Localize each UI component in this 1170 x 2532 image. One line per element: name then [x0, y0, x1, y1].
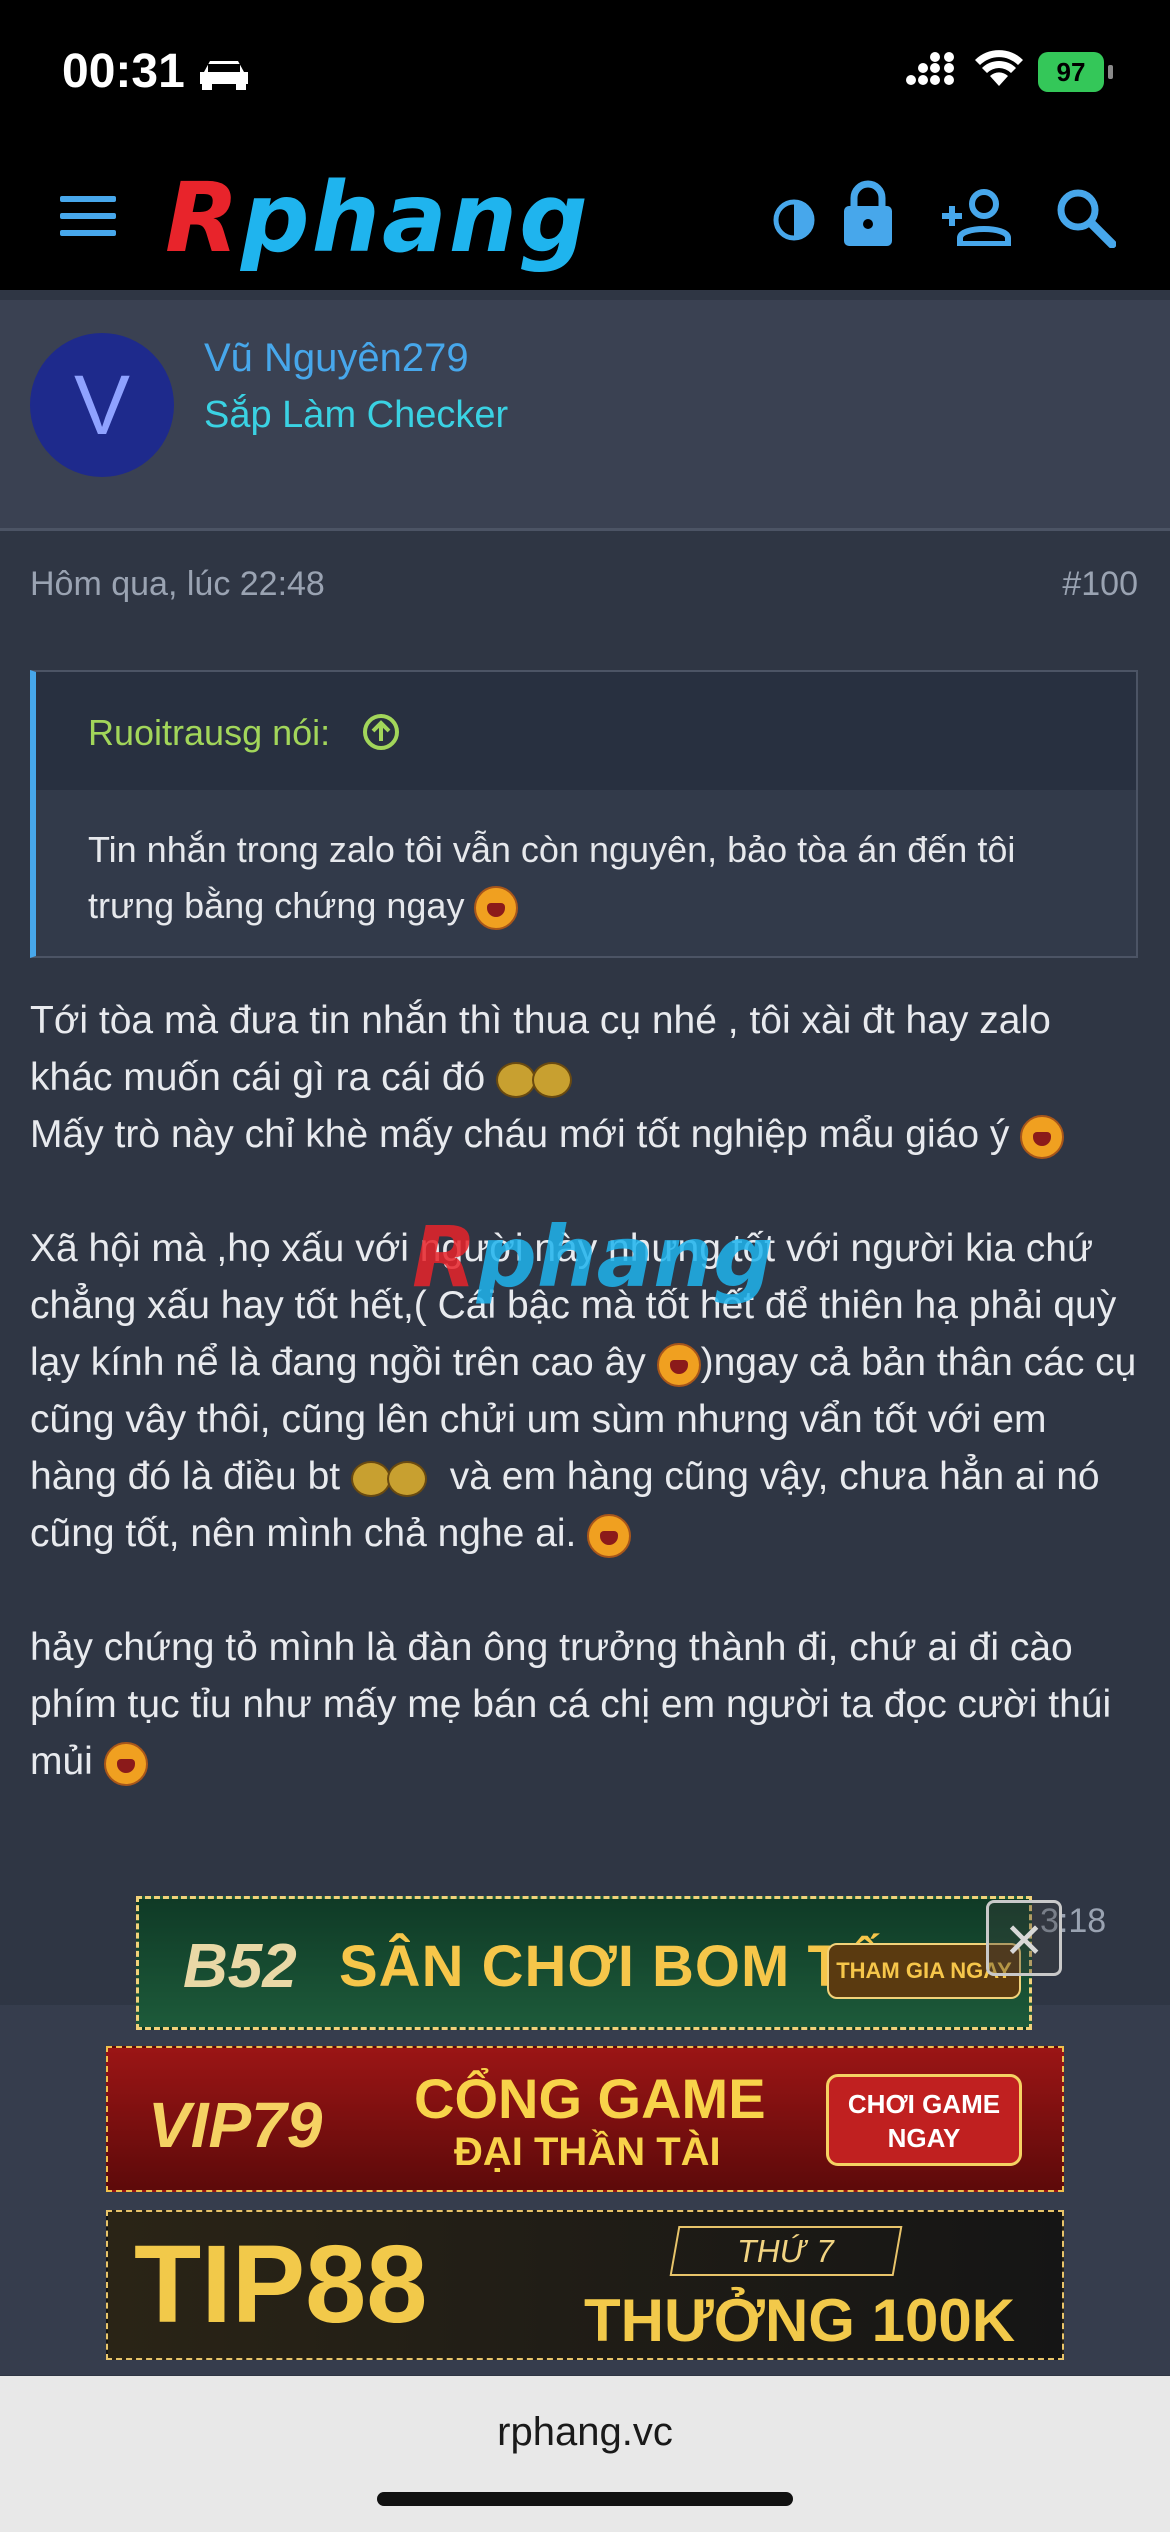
- site-logo[interactable]: Rphang: [165, 170, 590, 266]
- ad-slogan: THƯỞNG 100K: [584, 2287, 1016, 2354]
- signal-icon: [906, 52, 954, 85]
- ad-brand: VIP79: [148, 2089, 323, 2161]
- quote-author[interactable]: Ruoitrausg nói:: [88, 712, 330, 754]
- avatar[interactable]: V: [30, 333, 174, 477]
- car-icon: [200, 61, 248, 90]
- ad-brand: B52: [183, 1932, 297, 2001]
- laugh-emoji-icon: [587, 1513, 632, 1558]
- status-time: 00:31: [62, 45, 185, 98]
- post-body: Tới tòa mà đưa tin nhắn thì thua cụ nhé …: [30, 992, 1140, 1790]
- register-user-icon[interactable]: [940, 188, 1014, 246]
- quote-text: Tin nhắn trong zalo tôi vẫn còn nguyên, …: [88, 822, 1108, 934]
- ad-subslogan: ĐẠI THẦN TÀI: [454, 2130, 721, 2174]
- laugh-emoji-icon: [103, 1741, 148, 1786]
- gun-emoji-icon: [350, 1457, 439, 1501]
- home-indicator[interactable]: [377, 2492, 793, 2506]
- theme-toggle-icon[interactable]: [772, 198, 816, 242]
- post-paragraph: Tới tòa mà đưa tin nhắn thì thua cụ nhé …: [30, 992, 1140, 1106]
- url-text[interactable]: rphang.vc: [0, 2410, 1170, 2455]
- wifi-icon: [975, 50, 1023, 86]
- menu-icon[interactable]: [60, 196, 116, 240]
- post-date[interactable]: Hôm qua, lúc 22:48: [30, 565, 325, 604]
- quote-header: Ruoitrausg nói:: [36, 672, 1136, 790]
- post-number[interactable]: #100: [1062, 565, 1138, 604]
- gun-emoji-icon: [496, 1058, 584, 1102]
- browser-url-bar[interactable]: rphang.vc: [0, 2376, 1170, 2532]
- ad-banner-b52[interactable]: B52 SÂN CHƠI BOM TẤN THAM GIA NGAY: [136, 1896, 1032, 2030]
- laugh-emoji-icon: [474, 886, 519, 931]
- post-paragraph: hảy chứng tỏ mình là đàn ông trưởng thàn…: [30, 1619, 1140, 1790]
- lock-icon[interactable]: [840, 178, 896, 248]
- ad-day-badge: THỨ 7: [669, 2226, 903, 2276]
- ad-cta-button[interactable]: CHƠI GAME NGAY: [826, 2074, 1022, 2166]
- ad-banner-vip79[interactable]: VIP79 CỔNG GAME ĐẠI THẦN TÀI CHƠI GAME N…: [106, 2046, 1064, 2192]
- ad-brand: TIP88: [134, 2223, 428, 2346]
- post-author-block: V Vũ Nguyên279 Sắp Làm Checker: [0, 300, 1170, 531]
- status-bar: 00:31 97: [0, 0, 1170, 150]
- close-ad-button[interactable]: ×: [986, 1900, 1062, 1976]
- author-rank: Sắp Làm Checker: [204, 394, 509, 436]
- ad-banner-tip88[interactable]: TIP88 THỨ 7 THƯỞNG 100K: [106, 2210, 1064, 2360]
- laugh-emoji-icon: [1020, 1114, 1065, 1159]
- quote-block: Ruoitrausg nói: Tin nhắn trong zalo tôi …: [30, 670, 1138, 958]
- watermark-logo: Rphang: [412, 1208, 774, 1306]
- laugh-emoji-icon: [656, 1342, 701, 1387]
- arrow-up-circle-icon[interactable]: [361, 712, 401, 752]
- site-header: Rphang: [0, 150, 1170, 290]
- battery-level: 97: [1038, 52, 1104, 92]
- post-paragraph: Mấy trò này chỉ khè mấy cháu mới tốt ngh…: [30, 1106, 1140, 1163]
- author-name[interactable]: Vũ Nguyên279: [204, 336, 469, 381]
- ad-slogan: CỔNG GAME: [414, 2067, 766, 2130]
- search-icon[interactable]: [1054, 186, 1116, 248]
